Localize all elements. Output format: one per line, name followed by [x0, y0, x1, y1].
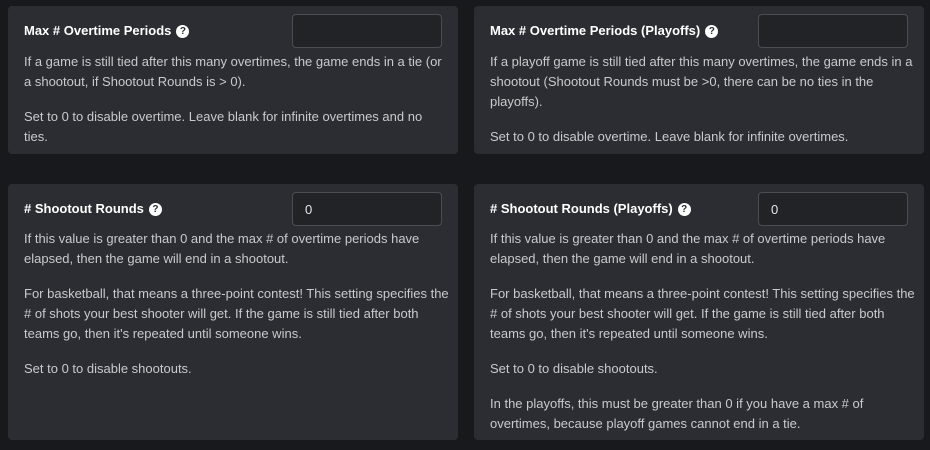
setting-title-label: # Shootout Rounds: [24, 201, 144, 216]
setting-title-label: Max # Overtime Periods: [24, 23, 172, 38]
description-paragraph: Set to 0 to disable overtime. Leave blan…: [24, 109, 423, 144]
description-paragraph: If a game is still tied after this many …: [24, 54, 442, 89]
shootout-rounds-input[interactable]: [292, 192, 442, 226]
description-paragraph: Set to 0 to disable shootouts.: [490, 361, 658, 376]
setting-card-shootout-rounds: # Shootout Rounds ? If this value is gre…: [8, 184, 458, 440]
description-paragraph: In the playoffs, this must be greater th…: [490, 396, 864, 431]
setting-card-max-overtime-periods-playoffs: Max # Overtime Periods (Playoffs) ? If a…: [474, 6, 924, 154]
setting-description: If this value is greater than 0 and the …: [490, 229, 915, 449]
description-paragraph: For basketball, that means a three-point…: [490, 286, 915, 341]
max-overtime-periods-playoffs-input[interactable]: [758, 14, 908, 48]
help-icon[interactable]: ?: [148, 202, 162, 216]
setting-card-max-overtime-periods: Max # Overtime Periods ? If a game is st…: [8, 6, 458, 154]
setting-title: # Shootout Rounds (Playoffs) ?: [490, 201, 691, 217]
help-icon[interactable]: ?: [705, 24, 719, 38]
description-paragraph: If this value is greater than 0 and the …: [490, 231, 886, 266]
setting-title: Max # Overtime Periods ?: [24, 23, 190, 39]
setting-title: # Shootout Rounds ?: [24, 201, 162, 217]
description-paragraph: For basketball, that means a three-point…: [24, 286, 449, 341]
help-icon[interactable]: ?: [176, 24, 190, 38]
description-paragraph: If this value is greater than 0 and the …: [24, 231, 420, 266]
shootout-rounds-playoffs-input[interactable]: [758, 192, 908, 226]
setting-title-label: # Shootout Rounds (Playoffs): [490, 201, 673, 216]
setting-description: If a playoff game is still tied after th…: [490, 52, 915, 162]
description-paragraph: Set to 0 to disable shootouts.: [24, 361, 192, 376]
max-overtime-periods-input[interactable]: [292, 14, 442, 48]
setting-title: Max # Overtime Periods (Playoffs) ?: [490, 23, 719, 39]
setting-description: If a game is still tied after this many …: [24, 52, 449, 162]
description-paragraph: If a playoff game is still tied after th…: [490, 54, 913, 109]
setting-title-label: Max # Overtime Periods (Playoffs): [490, 23, 701, 38]
description-paragraph: Set to 0 to disable overtime. Leave blan…: [490, 129, 849, 144]
setting-card-shootout-rounds-playoffs: # Shootout Rounds (Playoffs) ? If this v…: [474, 184, 924, 440]
setting-description: If this value is greater than 0 and the …: [24, 229, 449, 394]
help-icon[interactable]: ?: [677, 202, 691, 216]
